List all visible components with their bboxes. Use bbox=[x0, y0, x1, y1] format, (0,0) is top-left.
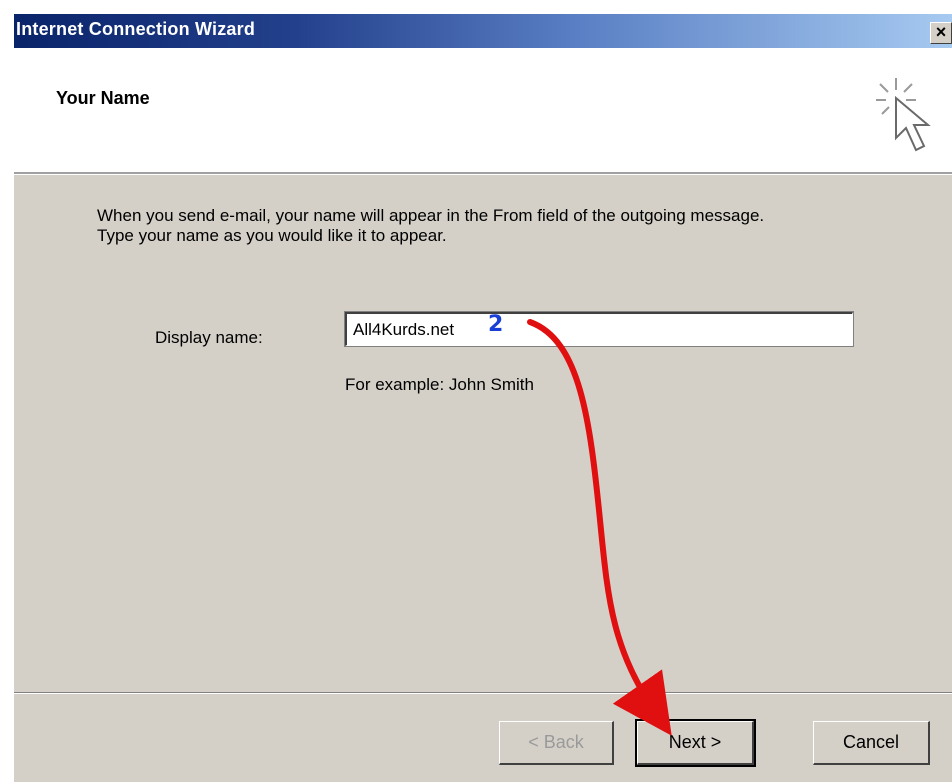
wizard-cursor-sparkle-icon bbox=[876, 78, 931, 152]
window-title: Internet Connection Wizard bbox=[16, 19, 256, 39]
close-button[interactable]: × bbox=[930, 22, 952, 44]
next-button[interactable]: Next > bbox=[635, 719, 756, 767]
wizard-header: Your Name bbox=[14, 48, 952, 174]
example-hint: For example: John Smith bbox=[345, 375, 534, 394]
description-line-1: When you send e-mail, your name will app… bbox=[97, 206, 765, 225]
description-line-2: Type your name as you would like it to a… bbox=[97, 226, 447, 245]
display-name-label: Display name: bbox=[155, 328, 263, 347]
annotation-step-number: 2 bbox=[488, 312, 504, 337]
cancel-button[interactable]: Cancel bbox=[813, 721, 930, 765]
title-bar[interactable]: Internet Connection Wizard × bbox=[14, 14, 952, 48]
display-name-input[interactable] bbox=[344, 311, 854, 347]
footer-separator bbox=[14, 692, 952, 694]
page-title: Your Name bbox=[56, 88, 150, 108]
wizard-window: Internet Connection Wizard × Your Name W… bbox=[12, 12, 952, 782]
back-button[interactable]: < Back bbox=[499, 721, 614, 765]
description-text: When you send e-mail, your name will app… bbox=[97, 206, 917, 246]
close-icon: × bbox=[935, 22, 947, 42]
